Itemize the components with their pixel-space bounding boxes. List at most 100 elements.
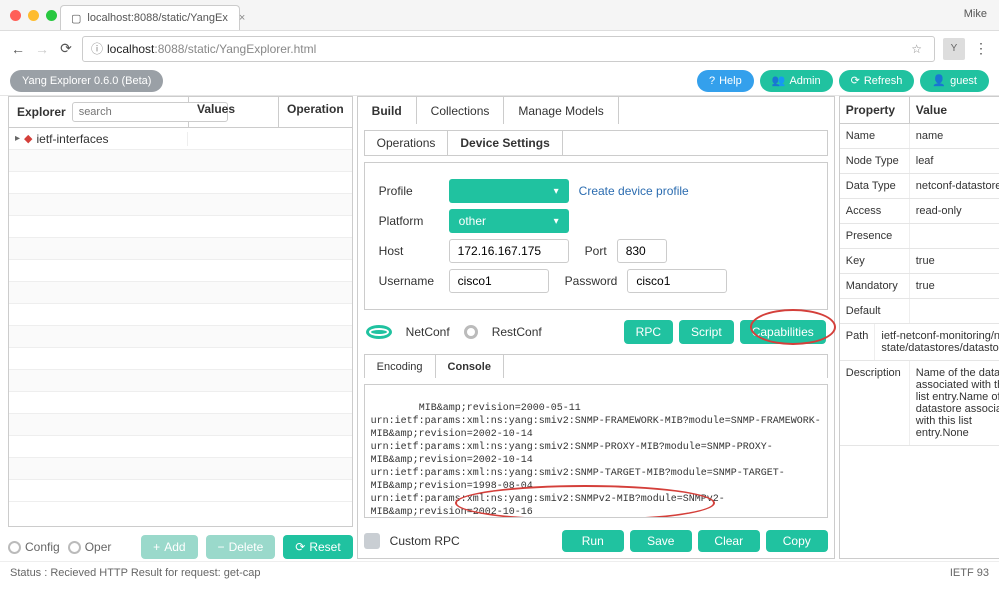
chevron-down-icon: ▾	[554, 186, 559, 197]
explorer-tree[interactable]: ▸ ◆ ietf-interfaces	[8, 128, 353, 527]
extension-icon[interactable]: Y	[943, 38, 965, 60]
tree-node-label: ietf-interfaces	[37, 132, 109, 146]
protocol-row: NetConf RestConf RPC Script Capabilities	[364, 316, 828, 348]
property-value: netconf-datastore-type	[910, 174, 999, 198]
clear-button[interactable]: Clear	[698, 530, 760, 552]
add-button[interactable]: +Add	[141, 535, 197, 559]
back-icon[interactable]: ←	[10, 41, 26, 57]
property-value: leaf	[910, 149, 999, 173]
forward-icon[interactable]: →	[34, 41, 50, 57]
menu-icon[interactable]: ⋮	[973, 40, 989, 57]
tab-console[interactable]: Console	[436, 355, 504, 378]
close-tab-icon[interactable]: ×	[239, 12, 245, 24]
port-input[interactable]	[617, 239, 667, 263]
property-row: Default	[840, 299, 999, 324]
app-header: Yang Explorer 0.6.0 (Beta) ?Help 👥Admin …	[0, 66, 999, 96]
property-row: Pathietf-netconf-monitoring/netconf-stat…	[840, 324, 999, 361]
reset-button[interactable]: ⟳Reset	[283, 535, 352, 559]
subtab-operations[interactable]: Operations	[365, 131, 449, 155]
username-label: Username	[379, 274, 439, 288]
tab-encoding[interactable]: Encoding	[365, 355, 436, 378]
config-radio[interactable]: Config	[8, 540, 60, 554]
property-row: Presence	[840, 224, 999, 249]
value-col-header: Value	[910, 97, 953, 123]
refresh-icon: ⟳	[851, 74, 860, 87]
plus-icon: +	[153, 540, 160, 554]
browser-chrome: Mike ▢ localhost:8088/static/YangEx × ← …	[0, 0, 999, 66]
reset-icon: ⟳	[295, 540, 305, 554]
reload-icon[interactable]: ⟳	[58, 40, 74, 57]
info-icon[interactable]: ⓘ	[91, 40, 103, 57]
refresh-button[interactable]: ⟳Refresh	[839, 70, 915, 92]
tree-row[interactable]: ▸ ◆ ietf-interfaces	[9, 128, 352, 150]
script-button[interactable]: Script	[679, 320, 734, 344]
tab-build[interactable]: Build	[358, 97, 417, 124]
password-input[interactable]	[627, 269, 727, 293]
property-key: Node Type	[840, 149, 910, 173]
status-right: IETF 93	[950, 567, 989, 579]
username-input[interactable]	[449, 269, 549, 293]
property-key: Name	[840, 124, 910, 148]
property-key: Presence	[840, 224, 910, 248]
maximize-window-icon[interactable]	[46, 10, 57, 21]
chevron-right-icon[interactable]: ▸	[15, 133, 20, 144]
delete-button[interactable]: −Delete	[206, 535, 276, 559]
close-window-icon[interactable]	[10, 10, 21, 21]
tab-collections[interactable]: Collections	[417, 97, 505, 124]
restconf-radio[interactable]	[464, 325, 478, 339]
values-heading: Values	[189, 97, 279, 127]
app-title-pill: Yang Explorer 0.6.0 (Beta)	[10, 70, 163, 92]
host-input[interactable]	[449, 239, 569, 263]
copy-button[interactable]: Copy	[766, 530, 828, 552]
url-port: :8088	[154, 42, 184, 56]
explorer-panel: Explorer Values Operation ▸ ◆ ietf-inter…	[8, 96, 353, 559]
browser-tab[interactable]: ▢ localhost:8088/static/YangEx ×	[60, 5, 240, 30]
profile-select[interactable]: ▾	[449, 179, 569, 203]
property-key: Description	[840, 361, 910, 445]
status-text: Status : Recieved HTTP Result for reques…	[10, 567, 260, 579]
capabilities-button[interactable]: Capabilities	[740, 320, 826, 344]
property-key: Mandatory	[840, 274, 910, 298]
property-row: Data Typenetconf-datastore-type	[840, 174, 999, 199]
tab-manage-models[interactable]: Manage Models	[504, 97, 618, 124]
property-panel: Property Value NamenameNode TypeleafData…	[839, 96, 999, 559]
restconf-label: RestConf	[492, 325, 542, 339]
user-icon: 👤	[932, 74, 946, 87]
url-host: localhost	[107, 42, 154, 56]
tab-favicon: ▢	[71, 12, 81, 25]
help-icon: ?	[709, 75, 715, 87]
help-button[interactable]: ?Help	[697, 70, 754, 92]
rpc-button[interactable]: RPC	[624, 320, 673, 344]
property-key: Path	[840, 324, 876, 360]
property-value: true	[910, 274, 999, 298]
chevron-down-icon: ▾	[554, 216, 559, 227]
subtab-device-settings[interactable]: Device Settings	[448, 131, 562, 155]
property-value: name	[910, 124, 999, 148]
property-row: Accessread-only	[840, 199, 999, 224]
property-key: Access	[840, 199, 910, 223]
browser-user[interactable]: Mike	[964, 8, 987, 20]
oper-radio[interactable]: Oper	[68, 540, 112, 554]
device-settings: Profile ▾ Create device profile Platform…	[364, 162, 828, 310]
property-value	[910, 224, 999, 248]
run-button[interactable]: Run	[562, 530, 624, 552]
address-bar[interactable]: ⓘ localhost :8088 /static/YangExplorer.h…	[82, 36, 935, 62]
center-panel: Build Collections Manage Models Operatio…	[357, 96, 835, 559]
host-label: Host	[379, 244, 439, 258]
users-icon: 👥	[772, 74, 786, 87]
guest-button[interactable]: 👤guest	[920, 70, 989, 92]
password-label: Password	[565, 274, 618, 288]
property-row: Node Typeleaf	[840, 149, 999, 174]
bookmark-icon[interactable]: ☆	[911, 42, 922, 56]
console-output[interactable]: MIB&amp;revision=2000-05-11 urn:ietf:par…	[364, 384, 828, 518]
save-button[interactable]: Save	[630, 530, 692, 552]
traffic-lights	[0, 0, 67, 21]
create-profile-link[interactable]: Create device profile	[579, 184, 689, 198]
netconf-radio[interactable]	[366, 325, 392, 339]
minimize-window-icon[interactable]	[28, 10, 39, 21]
property-value: read-only	[910, 199, 999, 223]
property-value: true	[910, 249, 999, 273]
custom-rpc-checkbox[interactable]	[364, 533, 380, 549]
platform-select[interactable]: other▾	[449, 209, 569, 233]
admin-button[interactable]: 👥Admin	[760, 70, 833, 92]
